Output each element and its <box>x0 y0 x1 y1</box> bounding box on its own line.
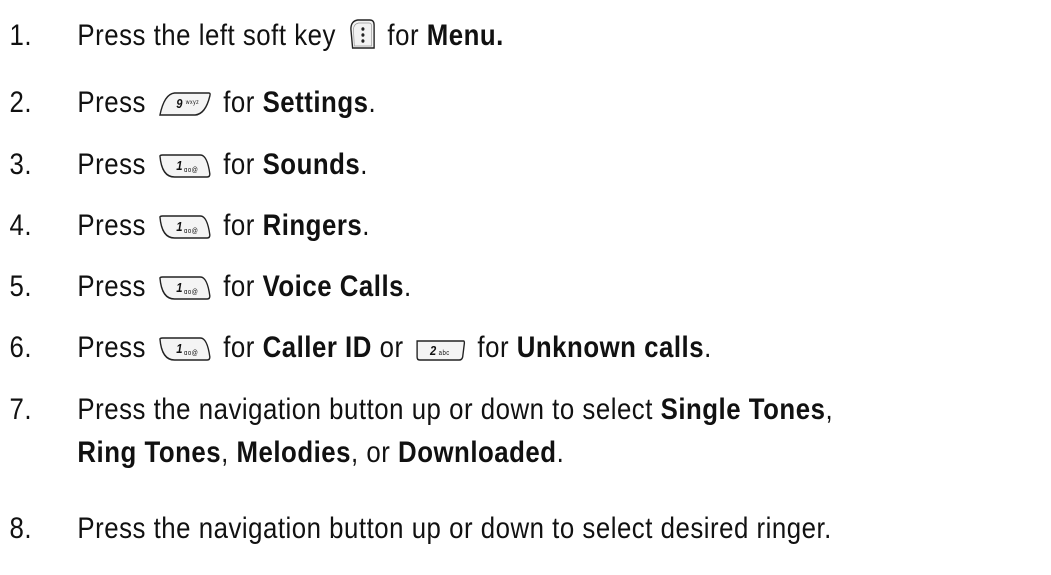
svg-text:wxyz: wxyz <box>185 100 199 106</box>
step-number: 6. <box>9 331 33 364</box>
step-number: 7. <box>9 393 33 426</box>
step-number: 5. <box>9 270 33 303</box>
step-text: Press 1 ɑo@ for Caller ID or 2 abc for U… <box>77 331 712 364</box>
svg-text:2: 2 <box>429 343 437 358</box>
step-number: 1. <box>9 19 33 52</box>
step-text: Press 1 ɑo@ for Sounds. <box>77 148 368 181</box>
svg-text:ɑo@: ɑo@ <box>184 289 198 297</box>
svg-text:1: 1 <box>176 158 183 173</box>
step-text: Press 1 ɑo@ for Ringers. <box>77 209 370 242</box>
2-key-icon: 2 abc <box>415 337 467 363</box>
step-text: Press the navigation button up or down t… <box>77 393 834 426</box>
step-text: Ring Tones, Melodies, or Downloaded. <box>77 436 565 469</box>
svg-text:1: 1 <box>176 219 183 234</box>
step-number: 8. <box>9 512 33 545</box>
9-key-icon: 9 wxyz <box>157 90 212 118</box>
step-text: Press 9 wxyz for Settings. <box>77 86 377 119</box>
step-number: 4. <box>9 209 33 242</box>
svg-text:9: 9 <box>176 96 183 111</box>
svg-text:ɑo@: ɑo@ <box>184 167 198 175</box>
svg-text:ɑo@: ɑo@ <box>184 350 198 358</box>
step-text: Press the left soft key for Menu. <box>77 17 504 52</box>
svg-text:1: 1 <box>176 280 183 295</box>
1-key-icon: 1 ɑo@ <box>157 335 212 363</box>
1-key-icon: 1 ɑo@ <box>157 274 212 302</box>
step-number: 3. <box>9 148 33 181</box>
1-key-icon: 1 ɑo@ <box>157 152 212 180</box>
step-number: 2. <box>9 86 33 119</box>
step-text: Press the navigation button up or down t… <box>77 512 832 545</box>
svg-text:abc: abc <box>439 350 450 358</box>
svg-text:ɑo@: ɑo@ <box>184 228 198 236</box>
svg-text:1: 1 <box>176 341 183 356</box>
step-text: Press 1 ɑo@ for Voice Calls. <box>77 270 412 303</box>
left-soft-key-icon <box>347 17 376 51</box>
1-key-icon: 1 ɑo@ <box>157 213 212 241</box>
